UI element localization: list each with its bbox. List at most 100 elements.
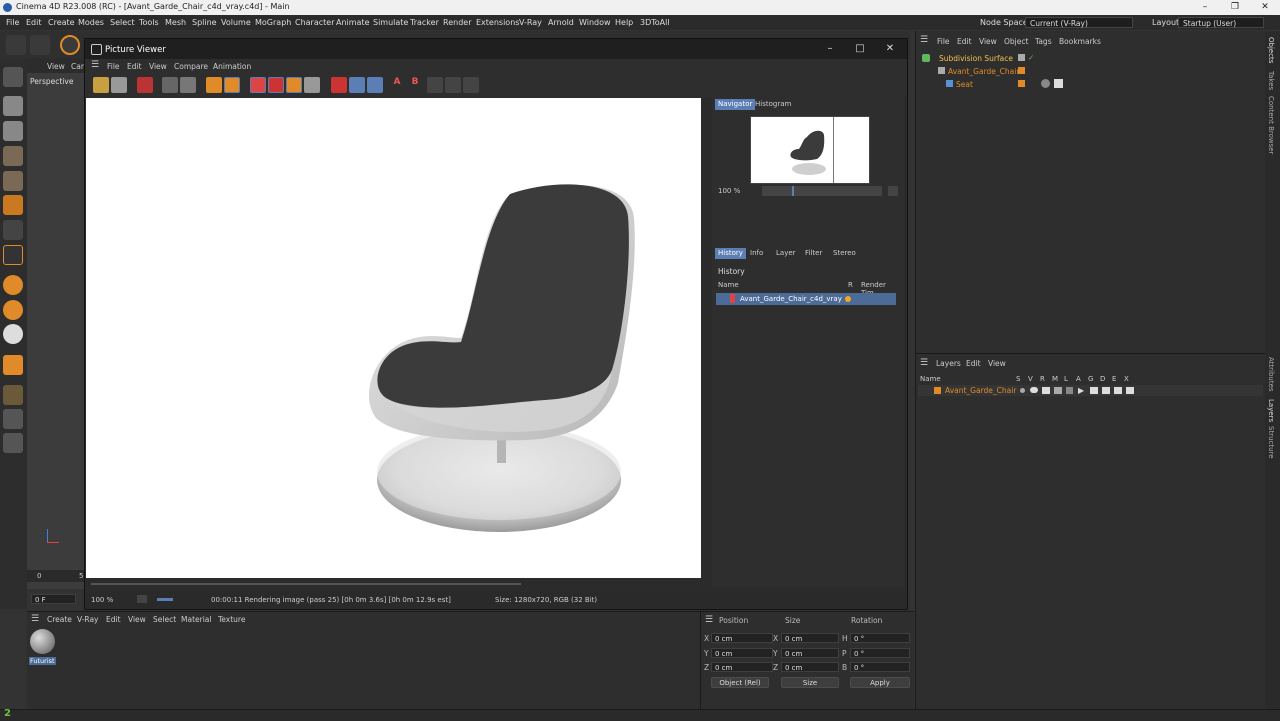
pv-zoom-value[interactable]: 100 % [91,596,113,604]
stop-render-icon[interactable] [137,77,153,93]
navigator-thumbnail[interactable] [750,116,870,184]
om-menu-object[interactable]: Object [1004,37,1028,46]
coord-mode-dropdown[interactable]: Object (Rel) [711,677,769,688]
viewport-menu-view[interactable]: View [47,62,65,71]
current-frame-field[interactable]: 0 F [31,594,76,604]
maximize-icon[interactable]: ❐ [1220,0,1250,15]
layer-deformers-icon[interactable] [1102,387,1110,394]
set-b-icon[interactable]: B [407,77,423,93]
layer-animation-icon[interactable]: ▶ [1078,386,1084,395]
pv-menu-compare[interactable]: Compare [174,62,208,71]
menu-tools[interactable]: Tools [139,18,159,27]
side-tab-structure[interactable]: Structure [1267,426,1275,459]
layers-menu-layers[interactable]: Layers [936,359,961,368]
side-tab-content-browser[interactable]: Content Browser [1267,96,1275,154]
locked-workplane-icon[interactable] [3,433,23,453]
menu-mograph[interactable]: MoGraph [255,18,291,27]
menu-edit[interactable]: Edit [26,18,42,27]
mat-menu-texture[interactable]: Texture [218,615,245,624]
channel-red-icon[interactable] [250,77,266,93]
node-space-dropdown[interactable]: Current (V-Ray) [1025,17,1133,28]
menu-modes[interactable]: Modes [78,18,104,27]
pv-zoom-dropdown-icon[interactable] [137,595,147,603]
camera-icon[interactable] [180,77,196,93]
pv-menu-animation[interactable]: Animation [213,62,251,71]
menu-file[interactable]: File [6,18,19,27]
tab-info[interactable]: Info [747,248,766,259]
menu-spline[interactable]: Spline [192,18,217,27]
tab-history[interactable]: History [715,248,746,259]
visibility-icon[interactable] [1018,54,1025,61]
side-tab-layers[interactable]: Layers [1267,399,1275,422]
channel-green-icon[interactable] [268,77,284,93]
pos-z-field[interactable]: 0 cm [711,662,773,672]
minimize-icon[interactable]: – [1190,0,1220,15]
om-menu-edit[interactable]: Edit [957,37,972,46]
menu-mesh[interactable]: Mesh [165,18,186,27]
size-z-field[interactable]: 0 cm [781,662,839,672]
object-row-subdivision[interactable]: Subdivision Surface ✓ [918,52,1263,64]
rot-h-field[interactable]: 0 ° [850,633,910,643]
menu-arnold[interactable]: Arnold [548,18,574,27]
menu-help[interactable]: Help [615,18,633,27]
lock-icon[interactable] [3,355,23,375]
timeline-ruler[interactable]: 0 5 [27,570,87,582]
layers-menu-edit[interactable]: Edit [966,359,981,368]
region-render-icon[interactable] [162,77,178,93]
grid-icon[interactable] [3,385,23,405]
pos-y-field[interactable]: 0 cm [711,648,773,658]
split-vertical-icon[interactable] [367,77,383,93]
uvw-tag-icon[interactable] [1054,79,1063,88]
workplane-snap-icon[interactable] [3,324,23,344]
seat-layer-color-icon[interactable] [1018,80,1025,87]
layers-hamburger-icon[interactable]: ☰ [920,358,928,368]
menu-animate[interactable]: Animate [336,18,370,27]
rot-p-field[interactable]: 0 ° [850,648,910,658]
points-mode-icon[interactable] [3,146,23,166]
menu-extensions[interactable]: Extensions [476,18,519,27]
save-icon[interactable] [111,77,127,93]
tab-layer[interactable]: Layer [773,248,799,259]
layer-color-icon[interactable] [1018,67,1025,74]
model-mode-icon[interactable] [3,96,23,116]
mat-hamburger-icon[interactable]: ☰ [31,614,39,624]
pv-maximize-icon[interactable]: □ [850,43,870,54]
live-selection-icon[interactable] [60,35,80,55]
om-menu-bookmarks[interactable]: Bookmarks [1059,37,1101,46]
layer-xref-icon[interactable] [1126,387,1134,394]
tab-stereo[interactable]: Stereo [830,248,859,259]
tab-navigator[interactable]: Navigator [715,99,756,110]
mat-menu-select[interactable]: Select [153,615,176,624]
mat-menu-edit[interactable]: Edit [106,615,121,624]
rot-b-field[interactable]: 0 ° [850,662,910,672]
swap-ab-icon[interactable] [427,77,443,93]
layer-solo-icon[interactable] [1020,388,1025,393]
layer-lock-icon[interactable] [1066,387,1073,394]
menu-create[interactable]: Create [48,18,75,27]
enabled-check-icon[interactable]: ✓ [1028,53,1034,62]
layer-row[interactable]: Avant_Garde_Chair ▶ [918,385,1263,396]
undo-icon[interactable] [6,35,26,55]
navigator-zoom-dropdown-icon[interactable] [888,186,898,196]
navigator-zoom-value[interactable]: 100 % [718,187,740,195]
menu-simulate[interactable]: Simulate [373,18,408,27]
menu-render[interactable]: Render [443,18,471,27]
make-editable-icon[interactable] [3,67,23,87]
apply-button[interactable]: Apply [850,677,910,688]
sync-icon[interactable] [463,77,479,93]
set-a-icon[interactable]: A [389,77,405,93]
close-icon[interactable]: ✕ [1250,0,1280,15]
navigator-zoom-slider[interactable] [762,186,882,196]
layer-visible-icon[interactable] [1030,387,1038,393]
history-col-r[interactable]: R [848,281,853,289]
edges-mode-icon[interactable] [3,171,23,191]
pv-minimize-icon[interactable]: – [820,43,840,54]
layout-dropdown[interactable]: Startup (User) [1178,17,1264,28]
tab-filter[interactable]: Filter [802,248,825,259]
om-menu-file[interactable]: File [937,37,950,46]
open-file-icon[interactable] [93,77,109,93]
pv-menu-edit[interactable]: Edit [127,62,142,71]
om-menu-view[interactable]: View [979,37,997,46]
pv-hamburger-icon[interactable]: ☰ [91,60,99,70]
pv-menu-file[interactable]: File [107,62,120,71]
